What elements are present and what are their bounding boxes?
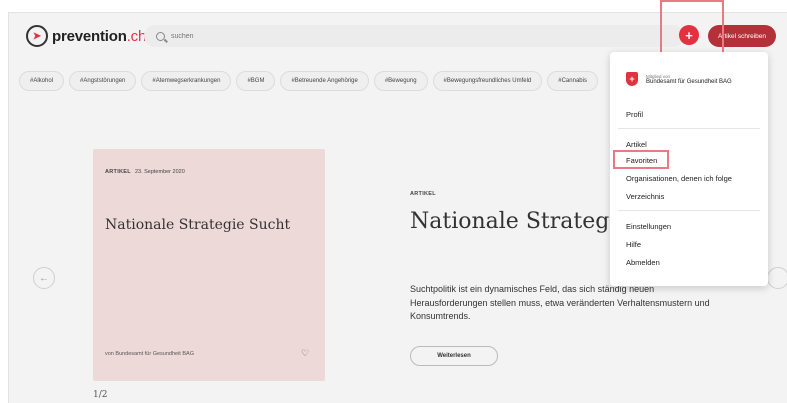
logo[interactable]: ➤ prevention.ch xyxy=(26,25,146,47)
card-type: ARTIKEL xyxy=(105,169,131,175)
menu-item-help[interactable]: Hilfe xyxy=(626,240,641,249)
menu-item-settings[interactable]: Einstellungen xyxy=(626,222,671,231)
arrow-left-icon: ← xyxy=(39,272,49,284)
card-date: 23. September 2020 xyxy=(134,169,185,175)
card-meta: ARTIKEL 23. September 2020 xyxy=(105,169,185,175)
tag-bewegungsfreundliches-umfeld[interactable]: #Bewegungsfreundliches Umfeld xyxy=(432,71,543,91)
write-article-button[interactable]: Artikel schreiben xyxy=(708,25,776,47)
tag-betreuende-angehoerige[interactable]: #Betreuende Angehörige xyxy=(280,71,369,91)
menu-item-directory[interactable]: Verzeichnis xyxy=(626,192,664,201)
article-description: Suchtpolitik ist ein dynamisches Feld, d… xyxy=(410,284,710,321)
logo-arrow-icon: ➤ xyxy=(26,25,48,47)
swiss-cross-avatar-icon[interactable]: + xyxy=(679,25,699,45)
card-title: Nationale Strategie Sucht xyxy=(105,217,291,233)
tag-bar: #Alkohol #Angststörungen #Atemwegserkran… xyxy=(19,71,598,91)
menu-item-logout[interactable]: Abmelden xyxy=(626,258,660,267)
heart-icon[interactable]: ♡ xyxy=(301,348,311,358)
member-organization: Bundesamt für Gesundheit BAG xyxy=(646,78,732,85)
user-dropdown-menu: + Mitglied von Bundesamt für Gesundheit … xyxy=(610,52,768,286)
article-label: ARTIKEL xyxy=(410,191,436,197)
article-card[interactable]: ARTIKEL 23. September 2020 Nationale Stra… xyxy=(93,149,325,381)
tag-alkohol[interactable]: #Alkohol xyxy=(19,71,65,91)
menu-item-articles[interactable]: Artikel xyxy=(626,140,647,149)
search-icon xyxy=(156,31,165,41)
tag-angststoerungen[interactable]: #Angststörungen xyxy=(69,71,137,91)
search-bar[interactable] xyxy=(144,25,684,47)
carousel-next-button[interactable] xyxy=(767,267,787,289)
menu-divider xyxy=(618,210,760,211)
carousel-prev-button[interactable]: ← xyxy=(33,267,55,289)
carousel-pager: 1/2 xyxy=(93,390,108,400)
tag-bgm[interactable]: #BGM xyxy=(236,71,276,91)
tag-atemwegserkrankungen[interactable]: #Atemwegserkrankungen xyxy=(141,71,232,91)
membership-info: + Mitglied von Bundesamt für Gesundheit … xyxy=(626,72,732,86)
card-source: von Bundesamt für Gesundheit BAG xyxy=(105,351,194,357)
logo-text: prevention xyxy=(52,27,127,45)
menu-divider xyxy=(618,128,760,129)
tag-bewegung[interactable]: #Bewegung xyxy=(373,71,428,91)
tag-cannabis[interactable]: #Cannabis xyxy=(547,71,598,91)
menu-item-favorites[interactable]: Favoriten xyxy=(626,156,657,165)
read-more-button[interactable]: Weiterlesen xyxy=(410,346,498,366)
search-input[interactable] xyxy=(171,32,371,40)
menu-item-profile[interactable]: Profil xyxy=(626,110,643,119)
menu-item-following[interactable]: Organisationen, denen ich folge xyxy=(626,174,732,183)
swiss-shield-icon: + xyxy=(626,72,638,86)
